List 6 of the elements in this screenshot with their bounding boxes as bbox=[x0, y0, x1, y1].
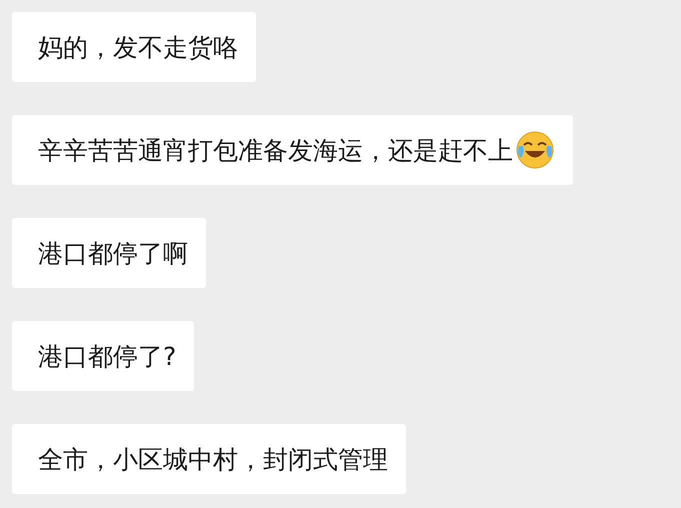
message-bubble: 港口都停了啊 bbox=[12, 218, 206, 288]
laughing-crying-emoji-icon bbox=[515, 130, 555, 170]
message-bubble: 妈的，发不走货咯 bbox=[12, 12, 256, 82]
message-bubble: 辛辛苦苦通宵打包准备发海运，还是赶不上 bbox=[12, 115, 573, 185]
message-bubble: 全市，小区城中村，封闭式管理 bbox=[12, 424, 406, 494]
message-bubble: 港口都停了? bbox=[12, 321, 194, 391]
